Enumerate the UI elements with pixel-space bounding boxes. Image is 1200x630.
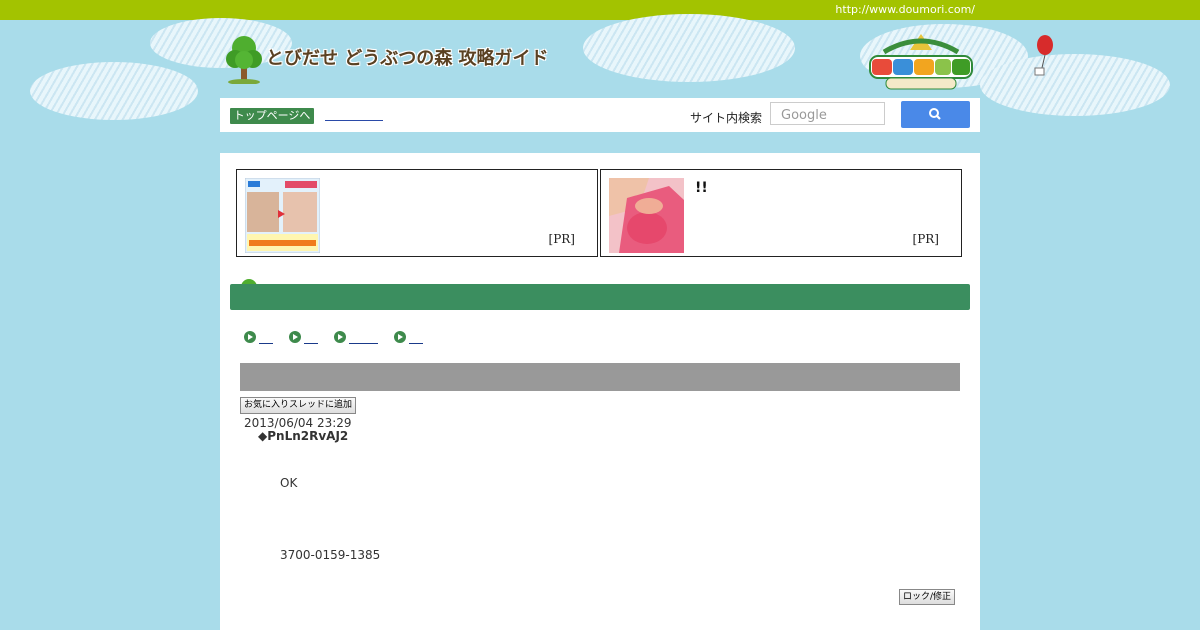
search-placeholder: Google xyxy=(781,108,827,123)
top-page-button[interactable]: トップページへ xyxy=(230,108,314,124)
post-body-line: OK xyxy=(280,476,298,490)
post-date: 2013/06/04 23:29 xyxy=(244,416,352,430)
lock-edit-button[interactable]: ロック/修正 xyxy=(899,589,956,605)
ad-thumbnail-image[interactable] xyxy=(609,178,684,253)
navigation-bar: トップページへ サイト内検索 Google xyxy=(220,98,980,132)
search-button[interactable] xyxy=(901,101,970,128)
pr-label: [PR] xyxy=(912,232,939,246)
top-bar: http://www.doumori.com/ xyxy=(0,0,1200,20)
ad-thumbnail-image[interactable] xyxy=(245,178,320,253)
post-body-line: 3700-0159-1385 xyxy=(280,548,381,562)
ad-banner[interactable]: [PR] xyxy=(236,169,598,257)
search-input[interactable]: Google xyxy=(770,102,885,125)
link-text[interactable] xyxy=(259,343,273,344)
ad-banner[interactable]: !! [PR] xyxy=(600,169,962,257)
search-label: サイト内検索 xyxy=(690,111,763,125)
link-text[interactable] xyxy=(304,343,318,344)
link-text[interactable] xyxy=(409,343,423,344)
play-circle-icon xyxy=(289,331,301,343)
balloon-icon xyxy=(1034,35,1053,76)
cloud-decoration xyxy=(980,54,1170,116)
play-circle-icon xyxy=(394,331,406,343)
ad-headline[interactable]: !! xyxy=(695,180,708,196)
nav-link[interactable] xyxy=(325,104,383,121)
search-icon xyxy=(929,108,941,120)
tree-logo-icon xyxy=(226,36,262,84)
cloud-decoration xyxy=(583,14,795,82)
site-title[interactable]: とびだせ どうぶつの森 攻略ガイド xyxy=(266,44,549,70)
pr-label: [PR] xyxy=(548,232,575,246)
play-circle-icon xyxy=(244,331,256,343)
play-circle-icon xyxy=(334,331,346,343)
cloud-decoration xyxy=(30,62,198,120)
thread-title-bar xyxy=(240,363,960,391)
section-header-bar xyxy=(230,284,970,310)
link-text[interactable] xyxy=(349,343,378,344)
main-content: [PR] !! [PR] お気に入りスレッドに追加 2013/06/04 23:… xyxy=(220,153,980,630)
pocket-camp-logo[interactable] xyxy=(866,30,976,92)
add-favorite-thread-button[interactable]: お気に入りスレッドに追加 xyxy=(240,397,357,414)
site-url[interactable]: http://www.doumori.com/ xyxy=(835,3,975,16)
post-author-id: ◆PnLn2RvAJ2 xyxy=(258,429,349,443)
